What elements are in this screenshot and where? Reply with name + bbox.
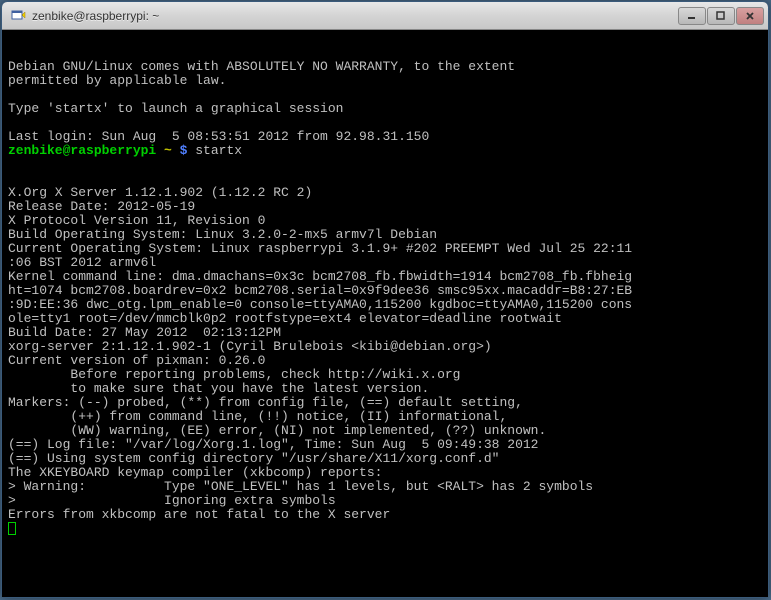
terminal-line [8,88,762,102]
terminal-line: Build Date: 27 May 2012 02:13:12PM [8,326,762,340]
terminal-line: (WW) warning, (EE) error, (NI) not imple… [8,424,762,438]
terminal-line: ht=1074 bcm2708.boardrev=0x2 bcm2708.ser… [8,284,762,298]
terminal-line: Release Date: 2012-05-19 [8,200,762,214]
window-title: zenbike@raspberrypi: ~ [32,9,678,23]
terminal-line [8,158,762,172]
terminal-line [8,46,762,60]
close-button[interactable] [736,7,764,25]
terminal-line: Build Operating System: Linux 3.2.0-2-mx… [8,228,762,242]
terminal-line: permitted by applicable law. [8,74,762,88]
titlebar[interactable]: zenbike@raspberrypi: ~ [2,2,768,30]
terminal-line: Kernel command line: dma.dmachans=0x3c b… [8,270,762,284]
minimize-button[interactable] [678,7,706,25]
window-controls [678,7,764,25]
terminal-line: Before reporting problems, check http://… [8,368,762,382]
terminal-line [8,32,762,46]
terminal-line: Last login: Sun Aug 5 08:53:51 2012 from… [8,130,762,144]
terminal-cursor-line [8,522,762,539]
terminal-line: Current version of pixman: 0.26.0 [8,354,762,368]
terminal-line [8,116,762,130]
cursor-icon [8,522,16,535]
maximize-button[interactable] [707,7,735,25]
terminal-line: :06 BST 2012 armv6l [8,256,762,270]
terminal-line: Markers: (--) probed, (**) from config f… [8,396,762,410]
terminal-line: (==) Using system config directory "/usr… [8,452,762,466]
terminal-line: to make sure that you have the latest ve… [8,382,762,396]
terminal-line: (==) Log file: "/var/log/Xorg.1.log", Ti… [8,438,762,452]
terminal-line: Debian GNU/Linux comes with ABSOLUTELY N… [8,60,762,74]
terminal-line [8,172,762,186]
terminal-window: zenbike@raspberrypi: ~ Debian GNU/Linux … [1,1,769,598]
terminal-line: X Protocol Version 11, Revision 0 [8,214,762,228]
terminal-line: X.Org X Server 1.12.1.902 (1.12.2 RC 2) [8,186,762,200]
terminal-line: Type 'startx' to launch a graphical sess… [8,102,762,116]
terminal-line: > Ignoring extra symbols [8,494,762,508]
terminal-line: (++) from command line, (!!) notice, (II… [8,410,762,424]
terminal-output[interactable]: Debian GNU/Linux comes with ABSOLUTELY N… [2,30,768,597]
terminal-line: Errors from xkbcomp are not fatal to the… [8,508,762,522]
terminal-line: > Warning: Type "ONE_LEVEL" has 1 levels… [8,480,762,494]
terminal-line: :9D:EE:36 dwc_otg.lpm_enable=0 console=t… [8,298,762,312]
terminal-line: Current Operating System: Linux raspberr… [8,242,762,256]
terminal-line: The XKEYBOARD keymap compiler (xkbcomp) … [8,466,762,480]
terminal-line: zenbike@raspberrypi ~ $ startx [8,144,762,158]
terminal-line: ole=tty1 root=/dev/mmcblk0p2 rootfstype=… [8,312,762,326]
terminal-line: xorg-server 2:1.12.1.902-1 (Cyril Bruleb… [8,340,762,354]
putty-icon [10,8,26,24]
